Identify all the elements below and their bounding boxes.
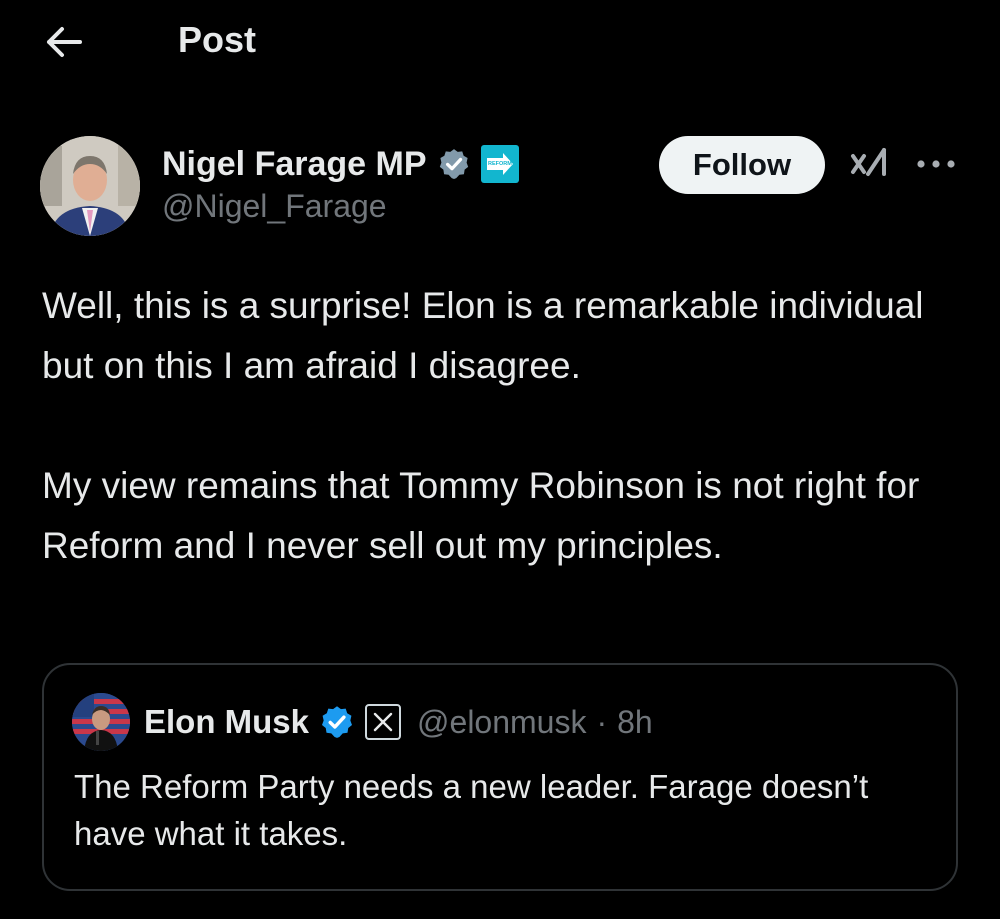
reform-arrow-icon: REFORM <box>484 149 515 179</box>
top-bar: Post <box>0 0 1000 84</box>
avatar-image <box>40 136 140 236</box>
post-paragraph: My view remains that Tommy Robinson is n… <box>42 465 920 566</box>
author-handle[interactable]: @Nigel_Farage <box>162 188 387 225</box>
quoted-post-header: Elon Musk @elonmusk · 8h <box>72 693 653 751</box>
page-title: Post <box>178 19 257 60</box>
quoted-avatar-image <box>72 693 130 751</box>
follow-button[interactable]: Follow <box>659 136 825 194</box>
author-name-row: Nigel Farage MP REFORM <box>162 142 519 186</box>
post-text: Well, this is a surprise! Elon is a rema… <box>42 276 962 576</box>
quoted-author-handle[interactable]: @elonmusk <box>417 704 586 741</box>
post-author: Nigel Farage MP REFORM @Nigel_Farage Fol… <box>0 130 1000 240</box>
gray-verified-icon[interactable] <box>437 147 471 181</box>
quoted-author-name[interactable]: Elon Musk <box>144 703 309 741</box>
x-logo-icon <box>373 712 393 732</box>
quoted-post-timestamp[interactable]: 8h <box>617 704 653 741</box>
back-button[interactable] <box>40 20 88 64</box>
more-horizontal-icon <box>917 160 955 168</box>
x-logo-badge[interactable] <box>365 704 402 740</box>
reform-uk-badge[interactable]: REFORM <box>480 145 519 183</box>
arrow-left-icon <box>47 27 82 57</box>
author-display-name[interactable]: Nigel Farage MP <box>162 145 427 184</box>
grok-icon <box>851 148 886 176</box>
quoted-post-card[interactable]: Elon Musk @elonmusk · 8h The Reform Part… <box>42 663 958 891</box>
separator-dot: · <box>596 703 608 740</box>
grok-button[interactable] <box>848 142 892 186</box>
more-options-button[interactable] <box>912 142 960 186</box>
quoted-author-avatar[interactable] <box>72 693 130 751</box>
quoted-post-text: The Reform Party needs a new leader. Far… <box>74 768 869 852</box>
svg-text:REFORM: REFORM <box>488 161 512 167</box>
author-avatar[interactable] <box>40 136 140 236</box>
blue-verified-icon[interactable] <box>319 704 355 740</box>
post-paragraph: Well, this is a surprise! Elon is a rema… <box>42 285 924 386</box>
